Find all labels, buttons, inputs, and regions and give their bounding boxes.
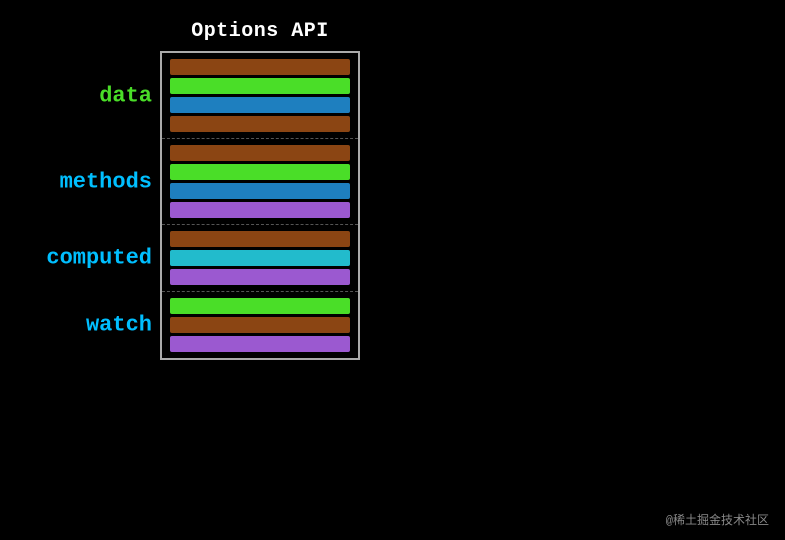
bars-group-methods bbox=[162, 139, 358, 224]
bars-group-watch bbox=[162, 292, 358, 358]
watermark-line1: @稀土掘金技术社区 bbox=[666, 511, 769, 528]
bar bbox=[170, 336, 350, 352]
section-label-computed: computed bbox=[42, 246, 152, 271]
bar bbox=[170, 164, 350, 180]
bars-group-computed bbox=[162, 225, 358, 291]
section-methods: methods bbox=[162, 139, 358, 224]
diagram-title: Options API bbox=[160, 20, 360, 43]
bar bbox=[170, 269, 350, 285]
bar bbox=[170, 183, 350, 199]
section-computed: computed bbox=[162, 225, 358, 291]
watermark: @稀土掘金技术社区 bbox=[666, 511, 769, 528]
bar bbox=[170, 97, 350, 113]
section-data: data bbox=[162, 53, 358, 138]
bars-group-data bbox=[162, 53, 358, 138]
section-label-data: data bbox=[42, 83, 152, 108]
diagram-container: Options API data methods bbox=[160, 20, 360, 360]
section-label-methods: methods bbox=[42, 169, 152, 194]
bar bbox=[170, 250, 350, 266]
bar bbox=[170, 145, 350, 161]
bar bbox=[170, 202, 350, 218]
section-label-watch: watch bbox=[42, 313, 152, 338]
bar bbox=[170, 298, 350, 314]
bar bbox=[170, 78, 350, 94]
bar bbox=[170, 116, 350, 132]
bar bbox=[170, 317, 350, 333]
options-box: data methods computed bbox=[160, 51, 360, 360]
bar bbox=[170, 231, 350, 247]
section-watch: watch bbox=[162, 292, 358, 358]
bar bbox=[170, 59, 350, 75]
